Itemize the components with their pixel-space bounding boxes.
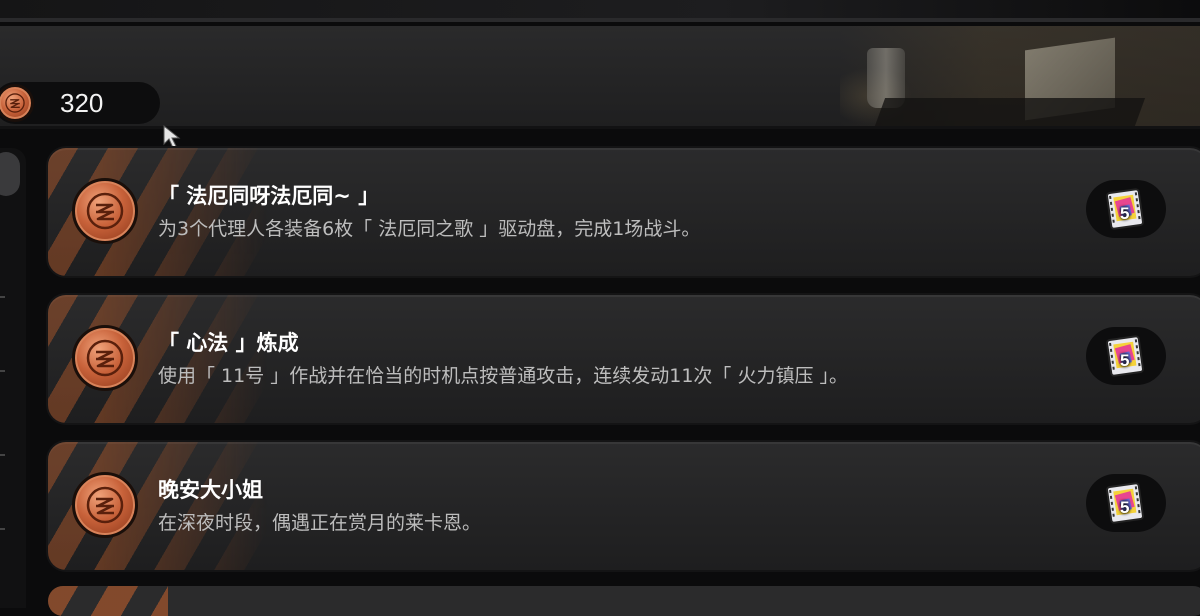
quest-title: 晚安大小姐: [158, 478, 263, 502]
quest-description: 为3个代理人各装备6枚「 法厄同之歌 」驱动盘，完成1场战斗。: [158, 218, 701, 240]
rail-tick: [0, 370, 5, 372]
quest-card[interactable]: 「 心法 」炼成 使用「 11号 」作战并在恰当的时机点按普通攻击，连续发动11…: [48, 295, 1200, 423]
header-bar: 320: [0, 26, 1200, 129]
card-stripe-decor: [48, 586, 168, 616]
zenless-coin-icon: [0, 84, 34, 122]
currency-display: 320: [0, 82, 160, 124]
top-strip: [0, 0, 1200, 22]
decor-desk: [874, 98, 1146, 126]
currency-value: 320: [60, 88, 104, 118]
reward-item[interactable]: 5: [1086, 327, 1166, 385]
zenless-coin-icon: [72, 472, 138, 538]
reward-count: 5: [1120, 204, 1130, 223]
rail-tick: [0, 528, 5, 530]
reward-count: 5: [1120, 351, 1130, 370]
quest-title: 「 心法 」炼成: [158, 331, 299, 355]
reward-count: 5: [1120, 498, 1130, 517]
reward-item[interactable]: 5: [1086, 474, 1166, 532]
side-scroll-rail[interactable]: [0, 148, 26, 608]
header-decor-image: [840, 26, 1200, 126]
quest-description: 使用「 11号 」作战并在恰当的时机点按普通攻击，连续发动11次「 火力镇压 」…: [158, 365, 849, 387]
zenless-coin-icon: [72, 325, 138, 391]
quest-description: 在深夜时段，偶遇正在赏月的莱卡恩。: [158, 512, 482, 534]
rail-tick: [0, 296, 5, 298]
reward-item[interactable]: 5: [1086, 180, 1166, 238]
zenless-coin-icon: [72, 178, 138, 244]
quest-card[interactable]: 晚安大小姐 在深夜时段，偶遇正在赏月的莱卡恩。 5: [48, 442, 1200, 570]
quest-card-partial[interactable]: [48, 586, 1200, 616]
rail-handle[interactable]: [0, 152, 20, 196]
quest-card[interactable]: 「 法厄同呀法厄同~ 」 为3个代理人各装备6枚「 法厄同之歌 」驱动盘，完成1…: [48, 148, 1200, 276]
quest-title: 「 法厄同呀法厄同~ 」: [158, 184, 380, 208]
mouse-cursor-icon: [163, 124, 181, 149]
rail-tick: [0, 454, 5, 456]
